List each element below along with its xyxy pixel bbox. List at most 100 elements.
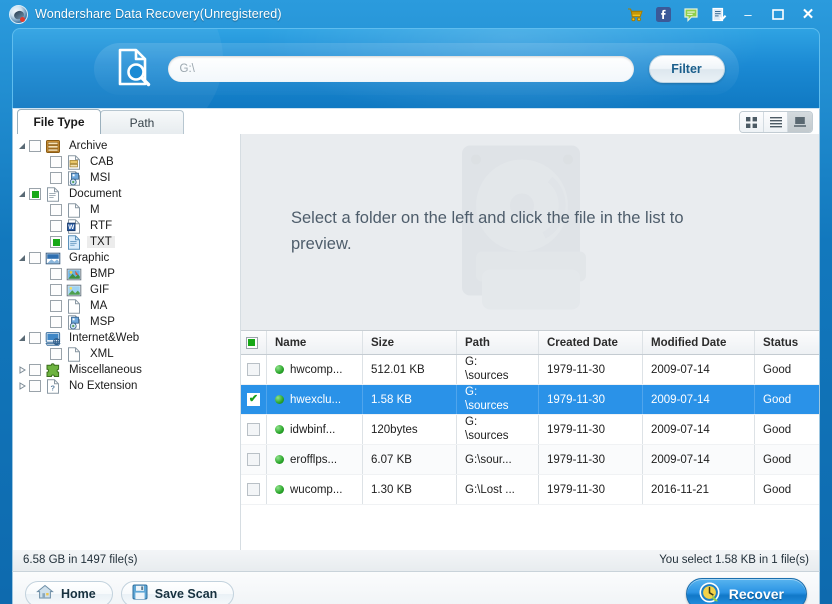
cell-modified-date: 2009-07-14 [643,355,755,384]
table-row[interactable]: hwcomp...512.01 KBG:\sources1979-11-3020… [241,355,819,385]
tab-path[interactable]: Path [100,110,184,134]
gif-file-icon [66,283,82,298]
maximize-button[interactable] [763,0,793,28]
column-header-name[interactable]: Name [267,331,363,354]
tree-node-graphic[interactable]: Graphic [15,250,240,266]
column-header-path[interactable]: Path [457,331,539,354]
tree-checkbox[interactable] [50,348,62,360]
tree-checkbox[interactable] [50,204,62,216]
text-file-icon [66,235,82,250]
chevron-down-icon[interactable] [15,331,29,345]
cell-status: Good [755,475,819,504]
tree-node-document[interactable]: Document [15,186,240,202]
feedback-icon[interactable] [677,0,705,28]
table-row[interactable]: wucomp...1.30 KBG:\Lost ...1979-11-30201… [241,475,819,505]
tree-checkbox[interactable] [50,220,62,232]
table-row[interactable]: idwbinf...120bytesG:\sources1979-11-3020… [241,415,819,445]
archive-icon [45,139,61,154]
tree-checkbox[interactable] [29,332,41,344]
tree-checkbox[interactable] [29,140,41,152]
tab-strip: File Type Path [13,109,819,134]
preview-view-button[interactable] [788,112,812,132]
row-checkbox-cell[interactable] [241,415,267,444]
tree-node-archive[interactable]: Archive [15,138,240,154]
tree-node-msp[interactable]: MSP [15,314,240,330]
chevron-right-icon[interactable] [15,363,29,377]
home-button[interactable]: Home [25,581,113,604]
chevron-down-icon[interactable] [15,187,29,201]
row-checkbox[interactable] [247,483,260,496]
close-button[interactable]: ✕ [793,0,823,28]
tree-checkbox[interactable] [29,364,41,376]
chevron-right-icon[interactable] [15,379,29,393]
tree-node-cab[interactable]: CAB [15,154,240,170]
row-checkbox-cell[interactable]: ✔ [241,385,267,414]
status-dot-icon [275,395,284,404]
cell-modified-date: 2009-07-14 [643,445,755,474]
tree-node-label: RTF [87,220,115,232]
tree-checkbox[interactable] [50,316,62,328]
document-icon [45,187,61,202]
tree-checkbox[interactable] [50,156,62,168]
column-header-created-date[interactable]: Created Date [539,331,643,354]
status-bar: 6.58 GB in 1497 file(s) You select 1.58 … [12,549,820,572]
filter-button[interactable]: Filter [649,55,725,83]
cell-status: Good [755,445,819,474]
tree-node-no-extension[interactable]: ?No Extension [15,378,240,394]
tree-node-bmp[interactable]: BMP [15,266,240,282]
row-checkbox[interactable]: ✔ [247,393,260,406]
app-logo-icon [9,5,28,24]
tree-node-m[interactable]: M [15,202,240,218]
tree-node-msi[interactable]: MSI [15,170,240,186]
tree-node-ma[interactable]: MA [15,298,240,314]
search-input[interactable] [168,56,634,82]
cell-created-date: 1979-11-30 [539,415,643,444]
column-header-status[interactable]: Status [755,331,819,354]
tree-node-label: Internet&Web [66,332,142,344]
list-view-button[interactable] [764,112,788,132]
table-row[interactable]: ✔hwexclu...1.58 KBG:\sources1979-11-3020… [241,385,819,415]
table-body: hwcomp...512.01 KBG:\sources1979-11-3020… [241,355,819,505]
tree-checkbox[interactable] [29,252,41,264]
select-all-checkbox-cell[interactable] [241,331,267,354]
table-row[interactable]: erofflps...6.07 KBG:\sour...1979-11-3020… [241,445,819,475]
tree-node-xml[interactable]: XML [15,346,240,362]
row-checkbox[interactable] [247,453,260,466]
tree-node-txt[interactable]: TXT [15,234,240,250]
save-scan-button[interactable]: Save Scan [121,581,235,604]
tree-checkbox[interactable] [29,380,41,392]
row-checkbox-cell[interactable] [241,445,267,474]
row-checkbox[interactable] [247,423,260,436]
tree-checkbox[interactable] [50,300,62,312]
main-panel: File Type Path [12,108,820,549]
tree-checkbox[interactable] [50,172,62,184]
cell-name: hwexclu... [267,385,363,414]
tree-checkbox[interactable] [29,188,41,200]
tree-checkbox[interactable] [50,284,62,296]
cell-created-date: 1979-11-30 [539,385,643,414]
facebook-icon[interactable] [649,0,677,28]
tree-node-miscellaneous[interactable]: Miscellaneous [15,362,240,378]
file-type-tree[interactable]: Archive CABMSIDocumentMWRTFTXTGraphicBMPG… [13,134,241,550]
register-icon[interactable] [705,0,733,28]
column-header-modified-date[interactable]: Modified Date [643,331,755,354]
column-header-size[interactable]: Size [363,331,457,354]
tree-checkbox[interactable] [50,236,62,248]
tree-node-internet-web[interactable]: Internet&Web [15,330,240,346]
row-checkbox-cell[interactable] [241,355,267,384]
select-all-checkbox[interactable] [246,337,258,349]
thumbnail-view-button[interactable] [740,112,764,132]
row-checkbox-cell[interactable] [241,475,267,504]
tree-node-rtf[interactable]: WRTF [15,218,240,234]
tree-node-label: Archive [66,140,110,152]
chevron-down-icon[interactable] [15,139,29,153]
recover-button[interactable]: Recover [686,578,807,604]
tree-checkbox[interactable] [50,268,62,280]
chevron-down-icon[interactable] [15,251,29,265]
row-checkbox[interactable] [247,363,260,376]
cell-size: 1.58 KB [363,385,457,414]
minimize-button[interactable]: – [733,0,763,28]
tab-file-type[interactable]: File Type [17,109,101,134]
tree-node-gif[interactable]: GIF [15,282,240,298]
cart-icon[interactable] [621,0,649,28]
